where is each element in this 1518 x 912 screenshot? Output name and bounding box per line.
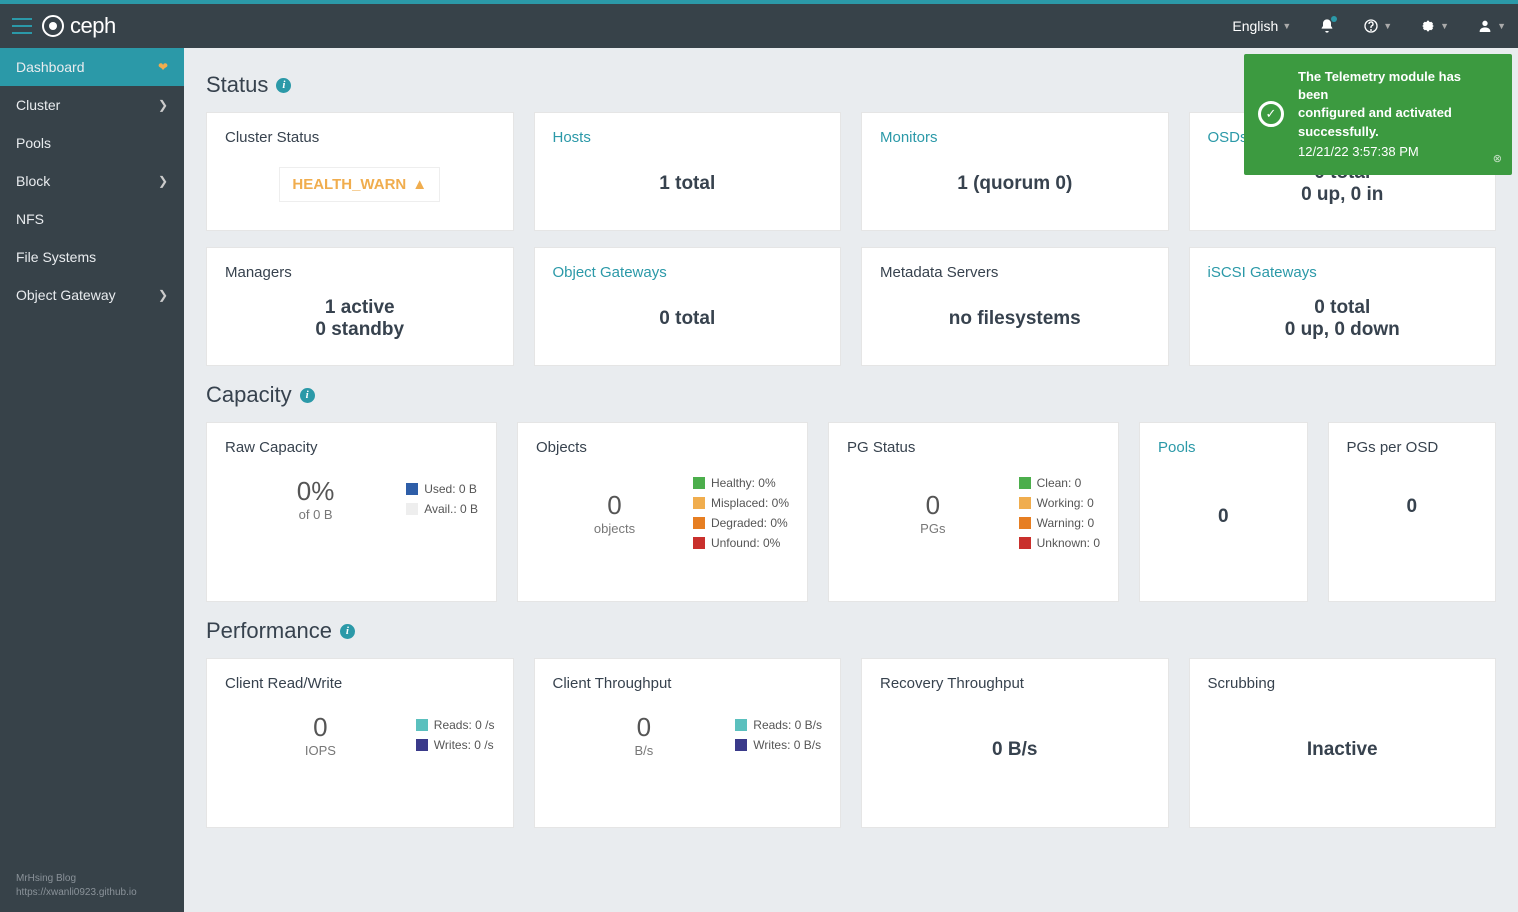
- brand-text: ceph: [70, 13, 116, 39]
- card-pgs-per-osd: PGs per OSD 0: [1328, 422, 1497, 602]
- ctp-legend: Reads: 0 B/s Writes: 0 B/s: [735, 718, 822, 752]
- legend-item: Unfound: 0%: [693, 536, 789, 550]
- chevron-right-icon: ❯: [158, 288, 168, 302]
- card-pools[interactable]: Pools 0: [1139, 422, 1308, 602]
- card-client-throughput: Client Throughput 0B/s Reads: 0 B/sWrite…: [534, 658, 842, 828]
- brand-logo[interactable]: ceph: [42, 13, 116, 39]
- card-metadata-servers: Metadata Servers no filesystems: [861, 247, 1169, 366]
- card-iscsi-gateways[interactable]: iSCSI Gateways 0 total0 up, 0 down: [1189, 247, 1497, 366]
- crw-legend: Reads: 0 /s Writes: 0 /s: [416, 718, 495, 752]
- legend-item: Unknown: 0: [1019, 536, 1100, 550]
- navbar: ceph English▼ ▼ ▼ ▼: [0, 4, 1518, 48]
- legend-item: Reads: 0 /s: [416, 718, 495, 732]
- legend-item: Working: 0: [1019, 496, 1100, 510]
- legend-item: Degraded: 0%: [693, 516, 789, 530]
- warning-icon: ▲: [412, 176, 427, 193]
- info-icon[interactable]: i: [300, 388, 315, 403]
- legend-item: Healthy: 0%: [693, 476, 789, 490]
- notifications-icon[interactable]: [1319, 18, 1335, 34]
- legend-item: Warning: 0: [1019, 516, 1100, 530]
- card-cluster-status: Cluster Status HEALTH_WARN▲: [206, 112, 514, 231]
- chevron-right-icon: ❯: [158, 174, 168, 188]
- sidebar-item-pools[interactable]: Pools: [0, 124, 184, 162]
- sidebar-item-object-gateway[interactable]: Object Gateway❯: [0, 276, 184, 314]
- logo-icon: [42, 15, 64, 37]
- card-pg-status: PG Status 0PGs Clean: 0Working: 0Warning…: [828, 422, 1119, 602]
- card-object-gateways[interactable]: Object Gateways 0 total: [534, 247, 842, 366]
- toast-success: ✓ The Telemetry module has been configur…: [1244, 54, 1512, 175]
- heartbeat-icon: ❤: [158, 60, 168, 74]
- legend-item: Writes: 0 /s: [416, 738, 495, 752]
- card-raw-capacity: Raw Capacity 0%of 0 B Used: 0 B Avail.: …: [206, 422, 497, 602]
- legend-item: Clean: 0: [1019, 476, 1100, 490]
- card-recovery-throughput: Recovery Throughput 0 B/s: [861, 658, 1169, 828]
- main-content: ✓ The Telemetry module has been configur…: [184, 48, 1518, 912]
- info-icon[interactable]: i: [276, 78, 291, 93]
- pg-legend: Clean: 0 Working: 0 Warning: 0 Unknown: 0: [1019, 476, 1100, 550]
- card-monitors[interactable]: Monitors 1 (quorum 0): [861, 112, 1169, 231]
- settings-dropdown[interactable]: ▼: [1420, 18, 1449, 34]
- objects-legend: Healthy: 0% Misplaced: 0% Degraded: 0% Unfo…: [693, 476, 789, 550]
- card-hosts[interactable]: Hosts 1 total: [534, 112, 842, 231]
- sidebar-item-filesystems[interactable]: File Systems: [0, 238, 184, 276]
- language-dropdown[interactable]: English▼: [1232, 18, 1291, 34]
- user-dropdown[interactable]: ▼: [1477, 18, 1506, 34]
- sidebar-item-nfs[interactable]: NFS: [0, 200, 184, 238]
- legend-item: Reads: 0 B/s: [735, 718, 822, 732]
- chevron-right-icon: ❯: [158, 98, 168, 112]
- sidebar-item-cluster[interactable]: Cluster❯: [0, 86, 184, 124]
- card-scrubbing: Scrubbing Inactive: [1189, 658, 1497, 828]
- sidebar-item-dashboard[interactable]: Dashboard❤: [0, 48, 184, 86]
- card-objects: Objects 0objects Healthy: 0%Misplaced: 0…: [517, 422, 808, 602]
- sidebar: Dashboard❤ Cluster❯ Pools Block❯ NFS Fil…: [0, 48, 184, 912]
- legend-item: Writes: 0 B/s: [735, 738, 822, 752]
- card-managers: Managers 1 active0 standby: [206, 247, 514, 366]
- sidebar-footer: MrHsing Blog https://xwanli0923.github.i…: [0, 860, 184, 912]
- info-icon[interactable]: i: [340, 624, 355, 639]
- performance-heading: Performancei: [206, 618, 1496, 644]
- capacity-heading: Capacityi: [206, 382, 1496, 408]
- check-icon: ✓: [1258, 101, 1284, 127]
- close-icon[interactable]: ⊗: [1493, 152, 1502, 167]
- help-dropdown[interactable]: ▼: [1363, 18, 1392, 34]
- card-client-rw: Client Read/Write 0IOPS Reads: 0 /sWrite…: [206, 658, 514, 828]
- sidebar-item-block[interactable]: Block❯: [0, 162, 184, 200]
- legend-item: Misplaced: 0%: [693, 496, 789, 510]
- hamburger-icon[interactable]: [12, 18, 32, 34]
- health-badge[interactable]: HEALTH_WARN▲: [279, 167, 440, 202]
